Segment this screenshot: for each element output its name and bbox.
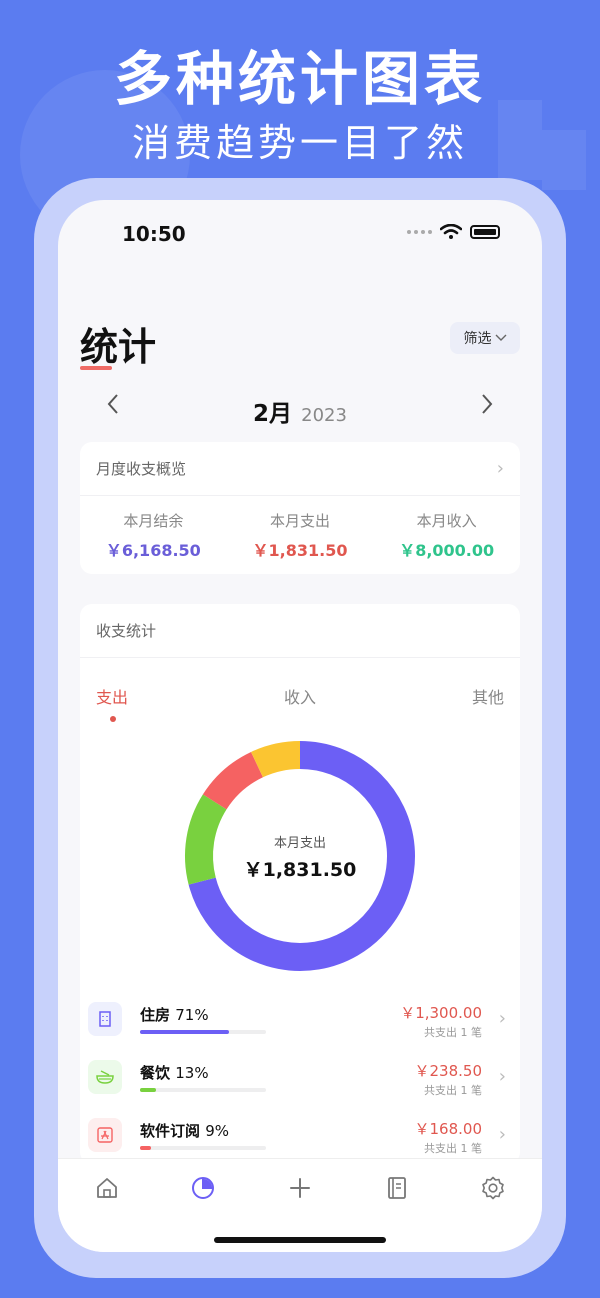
expense-column: 本月支出 ￥1,831.50 [227, 510, 374, 561]
overview-values: 本月结余 ￥6,168.50 本月支出 ￥1,831.50 本月收入 ￥8,00… [80, 496, 520, 574]
category-amount: ￥238.50 [414, 1062, 483, 1080]
category-icon-container [88, 1118, 122, 1152]
income-expense-stats-card: 收支统计 支出 收入 其他 本月支出 ￥1,831.50 住房 71% ￥1,3… [80, 604, 520, 1164]
cellular-signal-icon [407, 230, 432, 234]
plus-icon [290, 1178, 310, 1198]
category-count: 共支出 1 笔 [424, 1026, 482, 1039]
tab-other[interactable]: 其他 [472, 684, 504, 708]
home-icon [97, 1178, 117, 1198]
tab-stats[interactable] [190, 1175, 216, 1201]
category-count: 共支出 1 笔 [424, 1084, 482, 1097]
next-month-button[interactable] [472, 392, 502, 422]
category-progress-bar [140, 1146, 266, 1150]
chevron-right-icon: › [498, 1066, 506, 1087]
category-count: 共支出 1 笔 [424, 1142, 482, 1155]
tab-add[interactable] [287, 1175, 313, 1201]
active-tab-indicator [110, 716, 116, 722]
overview-title: 月度收支概览 [96, 460, 187, 478]
chevron-right-icon: › [498, 1124, 506, 1145]
chevron-right-icon [482, 394, 493, 414]
home-indicator [214, 1237, 386, 1243]
noodle-bowl-icon [96, 1070, 114, 1084]
book-icon [388, 1177, 406, 1199]
monthly-overview-card: 月度收支概览 › 本月结余 ￥6,168.50 本月支出 ￥1,831.50 本… [80, 442, 520, 574]
chevron-down-icon [495, 334, 506, 341]
stats-header: 收支统计 [80, 604, 520, 658]
overview-header[interactable]: 月度收支概览 › [80, 442, 520, 496]
income-value: ￥8,000.00 [399, 540, 495, 560]
app-store-icon [97, 1127, 113, 1143]
category-list: 住房 71% ￥1,300.00 共支出 1 笔 › 餐饮 13% ￥238.5… [80, 996, 520, 1170]
donut-segment [202, 751, 264, 810]
current-month: 2月 [253, 401, 293, 427]
category-amount: ￥168.00 [414, 1120, 483, 1138]
tab-settings[interactable] [480, 1175, 506, 1201]
current-year: 2023 [301, 405, 347, 426]
category-icon-container [88, 1060, 122, 1094]
category-progress-bar [140, 1088, 266, 1092]
category-label: 住房 [140, 1006, 171, 1024]
category-percent: 13% [175, 1064, 209, 1082]
category-label: 餐饮 [140, 1064, 171, 1082]
phone-screen: 10:50 统计 筛选 2月 2023 月度收支概览 › 本月结余 ￥6,168… [58, 200, 542, 1252]
status-icons [407, 224, 500, 240]
filter-button[interactable]: 筛选 [450, 322, 520, 354]
expense-donut-chart: 本月支出 ￥1,831.50 [80, 736, 520, 976]
expense-value: ￥1,831.50 [252, 540, 348, 560]
category-percent: 71% [175, 1006, 209, 1024]
category-progress-fill [140, 1030, 230, 1034]
category-progress-fill [140, 1146, 152, 1150]
bottom-tab-bar [58, 1158, 542, 1252]
tab-ledger[interactable] [384, 1175, 410, 1201]
stats-title: 收支统计 [96, 622, 157, 640]
category-icon-container [88, 1002, 122, 1036]
category-row-dining[interactable]: 餐饮 13% ￥238.50 共支出 1 笔 › [80, 1054, 520, 1112]
balance-column: 本月结余 ￥6,168.50 [80, 510, 227, 561]
status-time: 10:50 [122, 222, 186, 246]
category-progress-fill [140, 1088, 157, 1092]
building-icon [99, 1011, 111, 1027]
chevron-right-icon: › [496, 458, 504, 479]
donut-center-value: ￥1,831.50 [243, 859, 357, 881]
balance-value: ￥6,168.50 [105, 540, 201, 560]
category-name: 餐饮 13% [140, 1062, 209, 1083]
tab-income[interactable]: 收入 [80, 684, 520, 708]
expense-label: 本月支出 [270, 511, 331, 530]
stats-type-tabs: 支出 收入 其他 [80, 676, 520, 726]
filter-label: 筛选 [463, 331, 492, 347]
promo-title: 多种统计图表 [113, 45, 486, 113]
category-amount: ￥1,300.00 [400, 1004, 482, 1022]
category-label: 软件订阅 [140, 1122, 201, 1140]
month-navigator: 2月 2023 [58, 390, 542, 428]
balance-label: 本月结余 [123, 511, 184, 530]
donut-center: 本月支出 ￥1,831.50 [180, 832, 420, 882]
income-label: 本月收入 [416, 511, 477, 530]
category-percent: 9% [205, 1122, 230, 1140]
page-title: 统计 [80, 325, 157, 369]
month-label[interactable]: 2月 2023 [58, 394, 542, 428]
gear-icon [482, 1176, 504, 1200]
wifi-icon [440, 224, 462, 239]
battery-icon [470, 225, 500, 239]
promo-subtitle: 消费趋势一目了然 [131, 121, 468, 165]
category-name: 软件订阅 9% [140, 1120, 229, 1141]
category-name: 住房 71% [140, 1004, 209, 1025]
chevron-right-icon: › [498, 1008, 506, 1029]
category-row-housing[interactable]: 住房 71% ￥1,300.00 共支出 1 笔 › [80, 996, 520, 1054]
pie-chart-icon [192, 1177, 214, 1199]
donut-center-label: 本月支出 [273, 836, 326, 851]
donut-segment [251, 741, 301, 778]
income-column: 本月收入 ￥8,000.00 [373, 510, 520, 561]
tab-home[interactable] [94, 1175, 120, 1201]
title-underline [80, 366, 112, 370]
category-progress-bar [140, 1030, 266, 1034]
